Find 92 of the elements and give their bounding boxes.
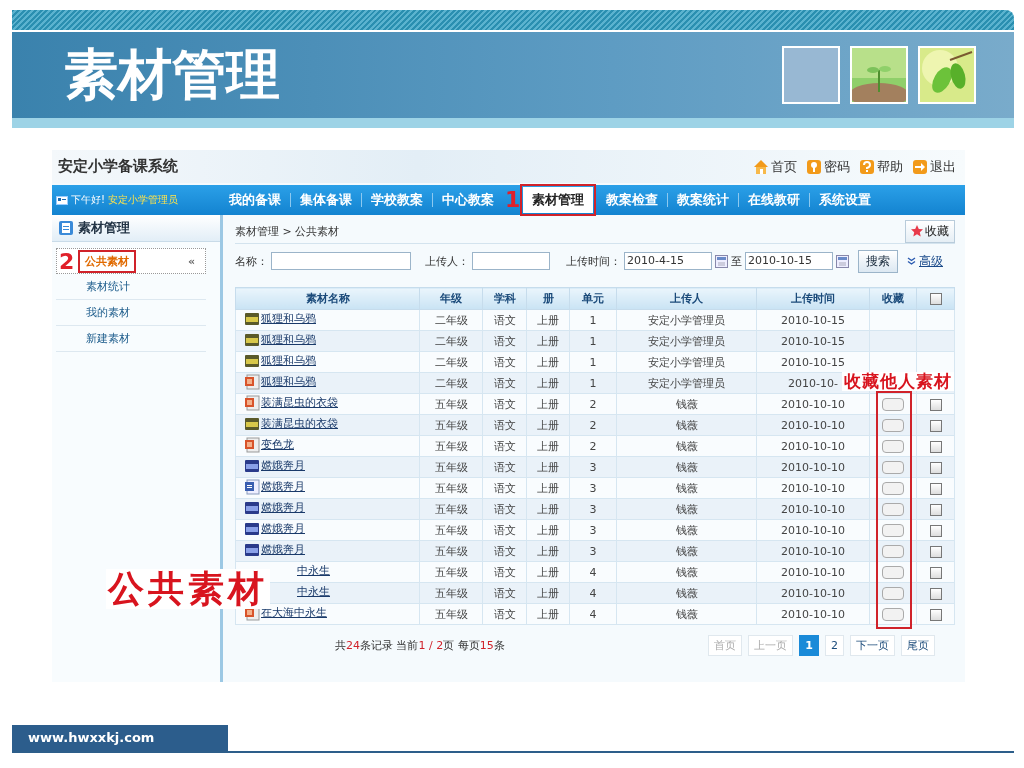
column-header: 学科 bbox=[482, 287, 527, 310]
field-label: 上传人： bbox=[425, 253, 469, 269]
help-icon bbox=[859, 158, 875, 175]
jpg-file-icon bbox=[244, 331, 260, 348]
favorite-button[interactable]: 收藏 bbox=[905, 219, 955, 243]
key-icon bbox=[806, 158, 822, 175]
collect-button[interactable] bbox=[882, 607, 904, 621]
uploader-field[interactable] bbox=[472, 252, 550, 270]
select-all-checkbox[interactable] bbox=[929, 293, 942, 305]
callout-label: 公共素材 bbox=[106, 569, 270, 609]
record-summary: 共24条记录 当前1 / 2页 每页15条 bbox=[335, 638, 505, 653]
field-label: 名称： bbox=[235, 253, 268, 269]
row-checkbox[interactable] bbox=[929, 545, 942, 558]
collect-button[interactable] bbox=[882, 502, 904, 516]
page-button[interactable]: 1 bbox=[799, 635, 819, 656]
date-field[interactable]: 2010-10-15 bbox=[745, 252, 833, 270]
material-link[interactable]: 嫦娥奔月 bbox=[261, 458, 305, 473]
column-header: 收藏 bbox=[869, 287, 917, 310]
material-link[interactable]: 中永生 bbox=[297, 563, 330, 578]
collect-button[interactable] bbox=[882, 397, 904, 411]
page-button[interactable]: 2 bbox=[825, 635, 844, 656]
sidebar-item[interactable]: 素材统计 bbox=[56, 274, 206, 300]
collect-button[interactable] bbox=[882, 544, 904, 558]
collect-button[interactable] bbox=[882, 481, 904, 495]
field-label: 上传时间： bbox=[566, 253, 621, 269]
user-name: 安定小学管理员 bbox=[108, 193, 178, 207]
bmp-file-icon bbox=[244, 520, 260, 537]
nav-tab[interactable]: 素材管理 bbox=[523, 187, 594, 213]
collect-button[interactable] bbox=[882, 418, 904, 432]
system-logo-text: 安定小学备课系统 bbox=[58, 157, 179, 176]
step-marker: 1 bbox=[505, 189, 521, 211]
jpg-file-icon bbox=[244, 352, 260, 369]
material-link[interactable]: 嫦娥奔月 bbox=[261, 521, 305, 536]
calendar-icon bbox=[836, 254, 849, 268]
row-checkbox[interactable] bbox=[929, 440, 942, 453]
row-checkbox[interactable] bbox=[929, 419, 942, 432]
double-chevron-icon bbox=[907, 257, 916, 265]
jpg-file-icon bbox=[244, 415, 260, 432]
footer-url: www.hwxxkj.com bbox=[12, 725, 229, 751]
callout-label: 收藏他人素材 bbox=[842, 372, 954, 391]
bmp-file-icon bbox=[244, 499, 260, 516]
house-icon bbox=[753, 158, 769, 175]
range-label: 至 bbox=[731, 253, 742, 269]
material-link[interactable]: 中永生 bbox=[297, 584, 330, 599]
row-checkbox[interactable] bbox=[929, 524, 942, 537]
user-card-icon bbox=[56, 195, 68, 205]
document-icon bbox=[58, 220, 74, 236]
date-field[interactable]: 2010-4-15 bbox=[624, 252, 712, 270]
row-checkbox[interactable] bbox=[929, 608, 942, 621]
collect-button[interactable] bbox=[882, 460, 904, 474]
decor-tile bbox=[782, 46, 840, 104]
advanced-link[interactable]: 高级 bbox=[919, 252, 943, 270]
header-link[interactable]: 帮助 bbox=[859, 157, 903, 176]
collect-button[interactable] bbox=[882, 565, 904, 579]
column-header: 单元 bbox=[569, 287, 617, 310]
sidebar-item[interactable]: 我的素材 bbox=[56, 300, 206, 326]
bmp-file-icon bbox=[244, 541, 260, 558]
column-header: 素材名称 bbox=[235, 287, 420, 310]
bmp-file-icon bbox=[244, 457, 260, 474]
material-link[interactable]: 嫦娥奔月 bbox=[261, 542, 305, 557]
row-checkbox[interactable] bbox=[929, 566, 942, 579]
sidebar-title: 素材管理 bbox=[78, 219, 130, 237]
greeting-text: 下午好! bbox=[71, 193, 105, 207]
header-link[interactable]: 首页 bbox=[753, 157, 797, 176]
exit-icon bbox=[912, 158, 928, 175]
column-header: 册 bbox=[526, 287, 570, 310]
collect-button[interactable] bbox=[882, 586, 904, 600]
star-icon bbox=[911, 225, 923, 237]
column-header: 上传时间 bbox=[756, 287, 870, 310]
header-link[interactable]: 退出 bbox=[912, 157, 956, 176]
slide-title: 素材管理 bbox=[64, 41, 281, 108]
page-button[interactable]: 下一页 bbox=[850, 635, 895, 656]
row-checkbox[interactable] bbox=[929, 482, 942, 495]
column-header: 年级 bbox=[419, 287, 483, 310]
collect-button[interactable] bbox=[882, 439, 904, 453]
column-header: 上传人 bbox=[616, 287, 757, 310]
sidebar-item[interactable]: 新建素材 bbox=[56, 326, 206, 352]
name-field[interactable] bbox=[271, 252, 411, 270]
breadcrumb: 素材管理 > 公共素材 bbox=[235, 223, 340, 239]
row-checkbox[interactable] bbox=[929, 461, 942, 474]
collect-button[interactable] bbox=[882, 523, 904, 537]
row-checkbox[interactable] bbox=[929, 587, 942, 600]
calendar-icon bbox=[715, 254, 728, 268]
page-button[interactable]: 尾页 bbox=[901, 635, 935, 656]
jpg-file-icon bbox=[244, 310, 260, 327]
material-link[interactable]: 变色龙 bbox=[261, 437, 294, 452]
material-link[interactable]: 嫦娥奔月 bbox=[261, 479, 305, 494]
row-checkbox[interactable] bbox=[929, 503, 942, 516]
material-link[interactable]: 嫦娥奔月 bbox=[261, 500, 305, 515]
row-checkbox[interactable] bbox=[929, 398, 942, 411]
search-button[interactable]: 搜索 bbox=[858, 249, 898, 273]
header-link[interactable]: 密码 bbox=[806, 157, 850, 176]
